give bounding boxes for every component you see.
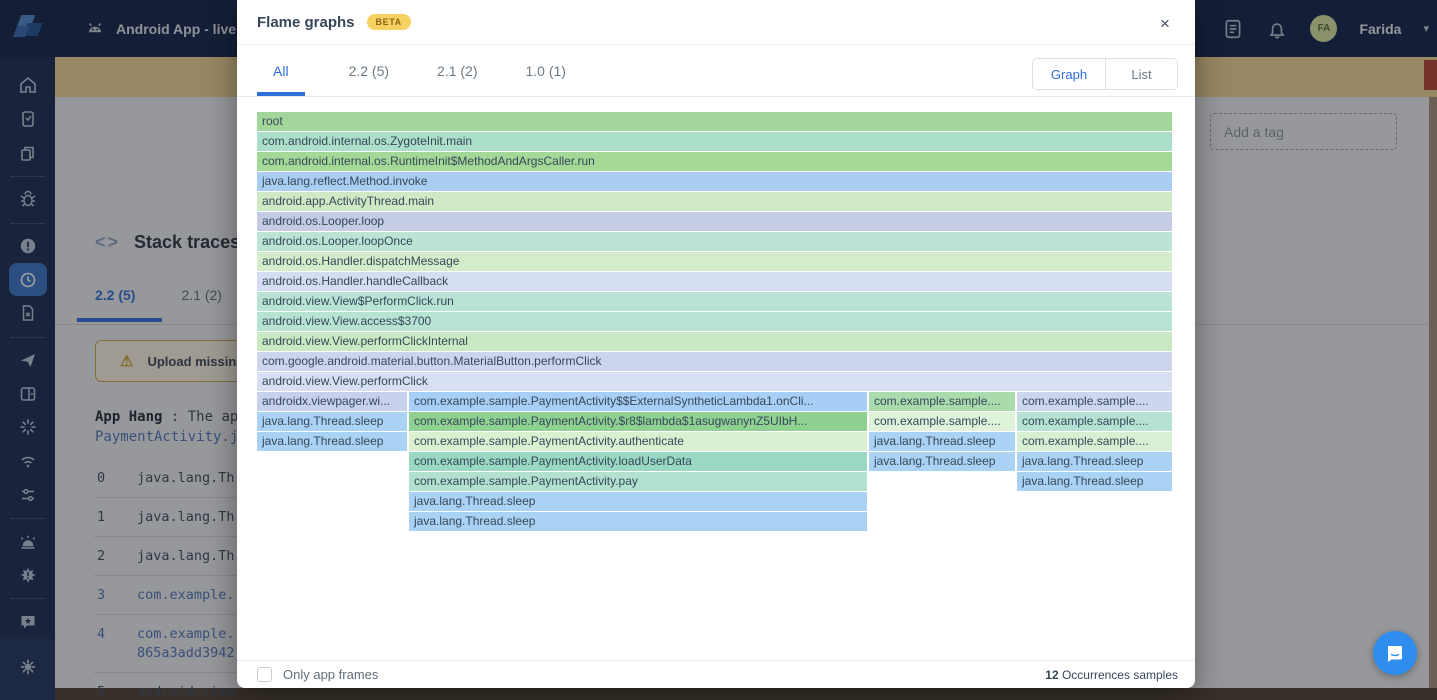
flame-cell[interactable]: com.example.sample.PaymentActivity$$Exte… [409,392,867,411]
flame-cell[interactable]: android.os.Handler.handleCallback [257,272,1172,291]
flame-cell[interactable]: com.example.sample.... [1017,392,1172,411]
flame-graph: root com.android.internal.os.ZygoteInit.m… [257,112,1173,532]
only-app-frames-label: Only app frames [283,667,379,682]
tab-all[interactable]: All [257,45,305,96]
flame-cell[interactable]: java.lang.Thread.sleep [257,432,407,451]
flame-cell[interactable]: java.lang.Thread.sleep [257,412,407,431]
flame-cell[interactable]: android.app.ActivityThread.main [257,192,1172,211]
occurrences-samples: 12 Occurrences samples [1045,667,1178,682]
flame-cell[interactable]: java.lang.Thread.sleep [869,432,1015,451]
flame-cell[interactable]: com.example.sample.... [1017,412,1172,431]
flame-cell[interactable]: android.view.View.access$3700 [257,312,1172,331]
tab-1-0[interactable]: 1.0 (1) [522,45,570,96]
flame-cell[interactable]: android.view.View$PerformClick.run [257,292,1172,311]
flame-cell[interactable]: com.example.sample.PaymentActivity.pay [409,472,867,491]
flame-cell[interactable]: com.example.sample.PaymentActivity.authe… [409,432,867,451]
screen: Android App - live FA Farida ▾ <> Stack … [0,0,1437,700]
flame-cell[interactable]: com.example.sample.... [1017,432,1172,451]
flame-cell[interactable]: java.lang.Thread.sleep [409,512,867,531]
flame-cell[interactable]: com.example.sample.PaymentActivity.loadU… [409,452,867,471]
flame-cell[interactable]: com.android.internal.os.RuntimeInit$Meth… [257,152,1172,171]
version-tabs: All 2.2 (5) 2.1 (2) 1.0 (1) Graph List [237,45,1195,97]
flame-cell[interactable]: java.lang.Thread.sleep [869,452,1015,471]
flame-cell[interactable]: android.os.Looper.loop [257,212,1172,231]
flame-cell[interactable]: root [257,112,1172,131]
tab-2-2[interactable]: 2.2 (5) [345,45,393,96]
graph-view-button[interactable]: Graph [1033,59,1105,89]
chat-bubble-icon [1388,646,1402,662]
flame-cell[interactable]: com.example.sample.... [869,412,1015,431]
modal-title: Flame graphs [257,13,355,31]
flame-cell[interactable]: android.os.Looper.loopOnce [257,232,1172,251]
chat-launcher-button[interactable] [1373,631,1417,675]
flame-cell[interactable]: com.example.sample.... [869,392,1015,411]
flame-cell[interactable]: com.android.internal.os.ZygoteInit.main [257,132,1172,151]
list-view-button[interactable]: List [1105,59,1177,89]
flame-cell[interactable]: android.view.View.performClick [257,372,1172,391]
modal-header: Flame graphs BETA × [237,0,1195,45]
flame-cell[interactable]: androidx.viewpager.wi... [257,392,407,411]
flame-cell[interactable]: com.google.android.material.button.Mater… [257,352,1172,371]
only-app-frames-checkbox[interactable] [257,667,272,682]
tab-2-1[interactable]: 2.1 (2) [433,45,481,96]
view-toggle: Graph List [1032,58,1178,90]
close-icon[interactable]: × [1153,12,1177,36]
beta-badge: BETA [366,14,411,30]
flame-cell[interactable]: com.example.sample.PaymentActivity.$r8$l… [409,412,867,431]
flame-cell[interactable]: java.lang.Thread.sleep [409,492,867,511]
flame-graphs-modal: Flame graphs BETA × All 2.2 (5) 2.1 (2) … [237,0,1195,688]
flame-cell[interactable]: java.lang.Thread.sleep [1017,472,1172,491]
modal-footer: Only app frames 12 Occurrences samples [237,660,1195,688]
flame-cell[interactable]: android.view.View.performClickInternal [257,332,1172,351]
flame-cell[interactable]: java.lang.reflect.Method.invoke [257,172,1172,191]
flame-cell[interactable]: android.os.Handler.dispatchMessage [257,252,1172,271]
flame-cell[interactable]: java.lang.Thread.sleep [1017,452,1172,471]
